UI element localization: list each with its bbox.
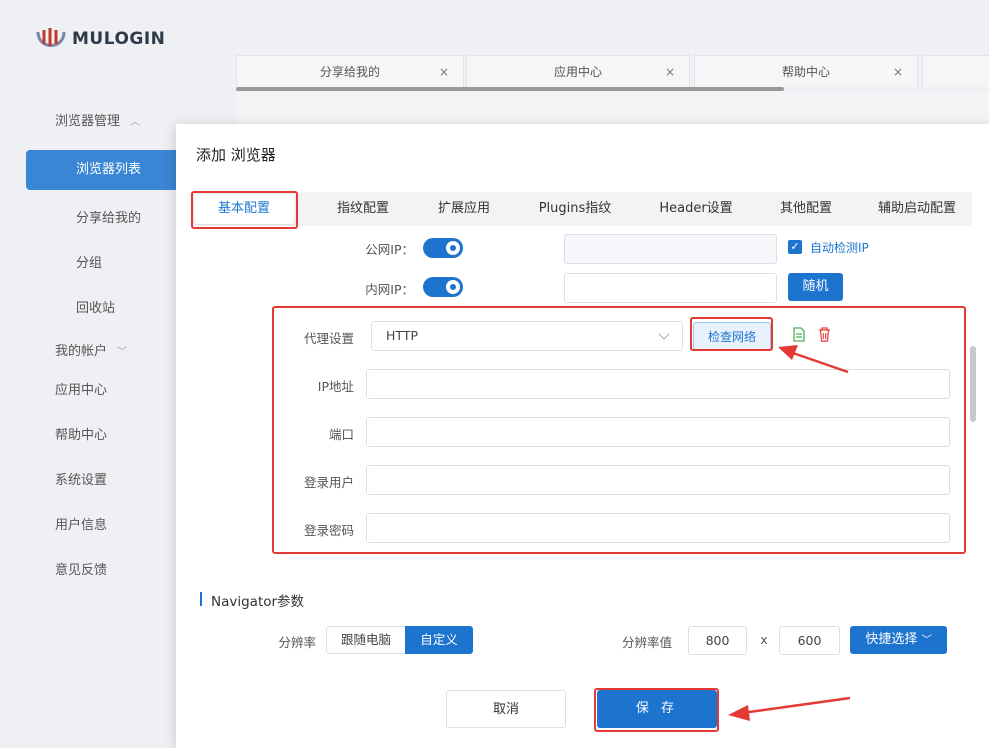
logo-text: MULOGIN xyxy=(72,29,166,49)
quick-select-button[interactable]: 快捷选择 ﹀ xyxy=(850,626,947,654)
resolution-separator: x xyxy=(760,632,768,647)
random-button[interactable]: 随机 xyxy=(788,273,843,301)
logo: MULOGIN xyxy=(34,22,165,56)
nav-feedback[interactable]: 意见反馈 xyxy=(55,559,107,578)
nav-groups[interactable]: 分组 xyxy=(76,252,102,271)
tab-launch-assist-config[interactable]: 辅助启动配置 xyxy=(862,192,972,226)
nav-recycle-bin[interactable]: 回收站 xyxy=(76,297,115,316)
chevron-up-icon: ︿ xyxy=(130,117,141,128)
dialog-title: 添加 浏览器 xyxy=(196,146,276,164)
config-tabs: 基本配置 指纹配置 扩展应用 Plugins指纹 Header设置 其他配置 辅… xyxy=(192,192,972,226)
resolution-height-input[interactable]: 600 xyxy=(779,626,840,655)
highlight-box-proxy-section xyxy=(272,306,966,554)
highlight-box-save xyxy=(594,688,719,732)
nav-my-account[interactable]: 我的帐户 ﹀ xyxy=(55,340,127,359)
page-tab-label: 分享给我的 xyxy=(319,65,380,79)
nav-app-center[interactable]: 应用中心 xyxy=(55,379,107,398)
logo-mark-icon xyxy=(34,22,68,56)
top-bar xyxy=(212,0,989,46)
tab-extensions[interactable]: 扩展应用 xyxy=(414,192,514,226)
nav-label: 浏览器管理 xyxy=(55,114,121,129)
page-tab-label: 帮助中心 xyxy=(781,65,830,79)
close-icon[interactable]: × xyxy=(893,56,903,88)
resolution-custom[interactable]: 自定义 xyxy=(405,626,473,654)
public-ip-input[interactable] xyxy=(564,234,777,264)
nav-label: 我的帐户 xyxy=(55,344,108,359)
nav-help-center[interactable]: 帮助中心 xyxy=(55,424,107,443)
page-tab[interactable]: 应用中心 × xyxy=(466,55,690,87)
private-ip-toggle[interactable] xyxy=(423,277,463,297)
tab-other-config[interactable]: 其他配置 xyxy=(754,192,858,226)
page-tab-label: 应用中心 xyxy=(553,65,602,79)
navigator-section-title: Navigator参数 xyxy=(211,594,305,610)
chevron-down-icon: ﹀ xyxy=(921,635,932,646)
resolution-value-label: 分辨率值 xyxy=(621,635,672,650)
dialog-scrollbar[interactable] xyxy=(970,346,976,422)
private-ip-label: 内网IP： xyxy=(365,282,414,297)
chevron-down-icon: ﹀ xyxy=(117,347,128,358)
auto-detect-checkbox[interactable]: ✓ xyxy=(788,240,802,254)
tab-header-settings[interactable]: Header设置 xyxy=(636,192,756,226)
public-ip-label: 公网IP： xyxy=(365,242,414,257)
tabstrip-scrollbar[interactable] xyxy=(236,87,784,91)
private-ip-input[interactable] xyxy=(564,273,777,303)
resolution-label: 分辨率 xyxy=(278,635,316,650)
highlight-box-basic-tab xyxy=(191,191,298,229)
close-icon[interactable]: × xyxy=(665,56,675,88)
page-tabstrip: 分享给我的 × 应用中心 × 帮助中心 × xyxy=(236,55,989,89)
quick-select-label: 快捷选择 xyxy=(865,632,918,647)
nav-shared-with-me[interactable]: 分享给我的 xyxy=(76,207,141,226)
nav-browser-management[interactable]: 浏览器管理 ︿ xyxy=(55,110,140,129)
highlight-box-check-network xyxy=(690,317,773,351)
tab-fingerprint-config[interactable]: 指纹配置 xyxy=(308,192,418,226)
auto-detect-label[interactable]: 自动检测IP xyxy=(810,239,869,256)
toggle-dot-icon xyxy=(450,245,456,251)
toggle-dot-icon xyxy=(450,284,456,290)
tab-plugins-fingerprint[interactable]: Plugins指纹 xyxy=(510,192,640,226)
nav-user-info[interactable]: 用户信息 xyxy=(55,514,107,533)
close-icon[interactable]: × xyxy=(439,56,449,88)
page-tab-overflow[interactable] xyxy=(922,55,989,87)
nav-system-settings[interactable]: 系统设置 xyxy=(55,469,107,488)
public-ip-toggle[interactable] xyxy=(423,238,463,258)
section-marker xyxy=(200,592,202,606)
resolution-follow-pc[interactable]: 跟随电脑 xyxy=(326,626,406,654)
page-tab[interactable]: 分享给我的 × xyxy=(236,55,464,87)
cancel-button[interactable]: 取消 xyxy=(446,690,566,728)
resolution-width-input[interactable]: 800 xyxy=(688,626,747,655)
page-tab[interactable]: 帮助中心 × xyxy=(694,55,918,87)
